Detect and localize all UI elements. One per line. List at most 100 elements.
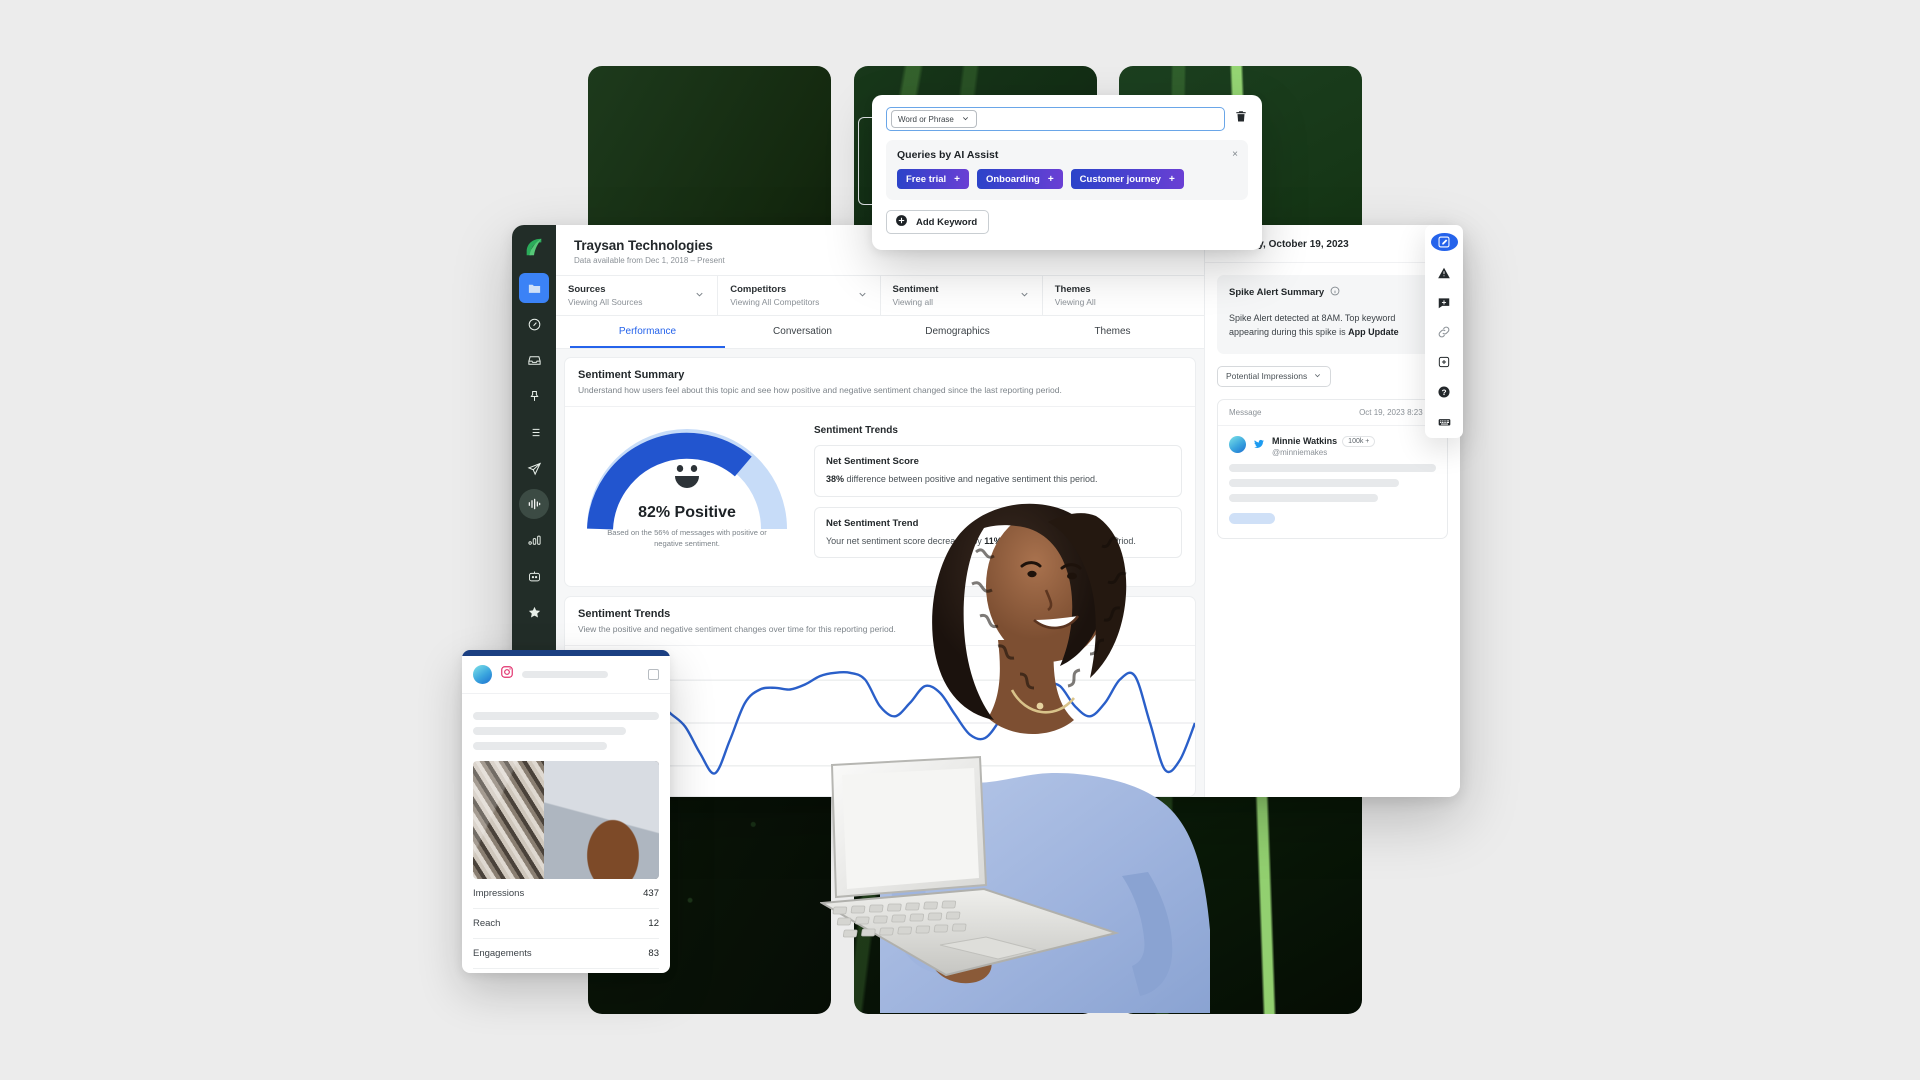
panel-title: Sentiment Summary: [578, 369, 685, 381]
tab-themes[interactable]: Themes: [1035, 316, 1190, 348]
metric-select[interactable]: Potential Impressions: [1217, 365, 1332, 387]
plus-circle-icon: [895, 214, 908, 230]
metric-row: Impressions 437: [473, 879, 659, 909]
metric-label: Engagements: [473, 948, 532, 959]
gauge-note: Based on the 56% of messages with positi…: [607, 528, 767, 548]
plus-icon: +: [1168, 173, 1175, 185]
filter-sources[interactable]: Sources Viewing All Sources: [556, 276, 719, 315]
sidebar-item-folders[interactable]: [519, 273, 549, 303]
filter-value: Viewing All Competitors: [730, 297, 820, 307]
connector-bracket: [858, 117, 872, 205]
chip-label: Onboarding: [985, 173, 1040, 185]
tab-performance[interactable]: Performance: [570, 316, 725, 348]
filter-value: Viewing All: [1054, 297, 1096, 307]
filter-sentiment[interactable]: Sentiment Viewing all: [881, 276, 1043, 315]
sidebar-item-bot[interactable]: [519, 561, 549, 591]
tab-conversation[interactable]: Conversation: [725, 316, 880, 348]
tab-demographics[interactable]: Demographics: [880, 316, 1035, 348]
laptop: [820, 755, 1120, 977]
filter-value: Viewing All Sources: [568, 297, 643, 307]
metric-label: Impressions: [473, 888, 525, 899]
filter-label: Sources: [568, 284, 606, 295]
info-icon[interactable]: [1330, 286, 1340, 299]
select-checkbox[interactable]: [648, 669, 659, 680]
metric-row: Engagements 83: [473, 939, 659, 969]
spike-alert-text: Spike Alert detected at 8AM. Top keyword…: [1229, 312, 1436, 340]
queries-title: Queries by AI Assist: [897, 149, 999, 161]
sidebar-item-pinned[interactable]: [519, 381, 549, 411]
query-input[interactable]: Word or Phrase: [886, 107, 1225, 131]
compose-button[interactable]: [1430, 233, 1458, 251]
message-label: Message: [1229, 407, 1262, 417]
post-image: [473, 761, 659, 879]
sidebar-item-premium[interactable]: [519, 597, 549, 627]
keyword-chip-onboarding[interactable]: Onboarding +: [976, 169, 1063, 189]
chevron-down-icon: [961, 114, 970, 125]
author-placeholder: [522, 671, 608, 678]
post-text-placeholder: [473, 742, 607, 750]
author-name: Minnie Watkins: [1272, 436, 1338, 447]
add-button[interactable]: [1432, 354, 1456, 370]
metric-select-label: Potential Impressions: [1226, 371, 1308, 382]
sidebar-item-reports[interactable]: [519, 525, 549, 555]
chip-label: Free trial: [906, 173, 947, 185]
trends-heading: Sentiment Trends: [814, 425, 898, 436]
chevron-down-icon: [857, 287, 868, 305]
sidebar-item-dashboard[interactable]: [519, 309, 549, 339]
sidebar-item-inbox[interactable]: [519, 345, 549, 375]
select-label: Word or Phrase: [898, 114, 954, 124]
alerts-button[interactable]: [1432, 265, 1456, 281]
queries-by-ai-assist: Queries by AI Assist × Free trial + Onbo…: [886, 140, 1248, 200]
post-text-placeholder: [473, 712, 659, 720]
composition-stage: Traysan Technologies Data available from…: [0, 0, 1920, 1080]
chip-label: Customer journey: [1079, 173, 1161, 185]
social-post-card: Impressions 437 Reach 12 Engagements 83: [462, 650, 670, 973]
filter-label: Themes: [1054, 284, 1091, 295]
feedback-button[interactable]: [1432, 295, 1456, 311]
sidebar-item-lists[interactable]: [519, 417, 549, 447]
metric-label: Reach: [473, 918, 501, 929]
avatar: [473, 665, 492, 684]
avatar: [1229, 435, 1246, 453]
filter-competitors[interactable]: Competitors Viewing All Competitors: [718, 276, 881, 315]
filter-value: Viewing all: [892, 297, 933, 307]
details-pane: Saturday, October 19, 2023 Spike Alert S…: [1204, 225, 1460, 797]
keyboard-button[interactable]: [1432, 414, 1456, 430]
chevron-down-icon: [1019, 287, 1030, 305]
keyword-chip-customer-journey[interactable]: Customer journey +: [1070, 169, 1184, 189]
help-button[interactable]: [1432, 384, 1456, 400]
word-or-phrase-select[interactable]: Word or Phrase: [891, 110, 977, 128]
card-metric: 38%: [826, 474, 845, 484]
message-text-placeholder: [1229, 478, 1399, 487]
message-text-placeholder: [1229, 493, 1379, 502]
author-handle: @minniemakes: [1272, 447, 1328, 457]
plus-icon: +: [1047, 173, 1054, 185]
metric-value: 437: [643, 888, 659, 899]
spike-keyword: App Update: [1348, 326, 1399, 337]
page-subtitle: Data available from Dec 1, 2018 – Presen…: [574, 256, 725, 265]
message-card[interactable]: Message Oct 19, 2023 8:23 am Minnie Watk…: [1217, 398, 1448, 539]
follower-badge: 100k +: [1342, 435, 1376, 447]
spike-alert-title: Spike Alert Summary: [1229, 287, 1325, 298]
chevron-down-icon: [694, 287, 705, 305]
link-button[interactable]: [1432, 325, 1456, 341]
smiley-face-icon: [675, 465, 699, 488]
sidebar-item-listening[interactable]: [519, 489, 549, 519]
close-icon[interactable]: ×: [1232, 149, 1238, 160]
utility-toolbar: [1425, 225, 1463, 438]
instagram-icon: [500, 665, 514, 684]
card-title: Net Sentiment Score: [826, 456, 919, 467]
sidebar-item-publishing[interactable]: [519, 453, 549, 483]
trash-icon[interactable]: [1234, 109, 1248, 129]
post-metrics: Impressions 437 Reach 12 Engagements 83: [462, 879, 670, 969]
panel-description: Understand how users feel about this top…: [578, 385, 1062, 395]
filter-label: Competitors: [730, 284, 787, 295]
keyword-chip-free-trial[interactable]: Free trial +: [897, 169, 969, 189]
add-keyword-button[interactable]: Add Keyword: [886, 210, 990, 234]
post-text-placeholder: [473, 727, 626, 735]
metric-row: Reach 12: [473, 909, 659, 939]
message-tag-placeholder: [1229, 512, 1275, 524]
metric-value: 83: [648, 948, 659, 959]
filter-bar: Sources Viewing All Sources Competitors …: [556, 275, 1204, 316]
filter-themes[interactable]: Themes Viewing All: [1043, 276, 1204, 315]
